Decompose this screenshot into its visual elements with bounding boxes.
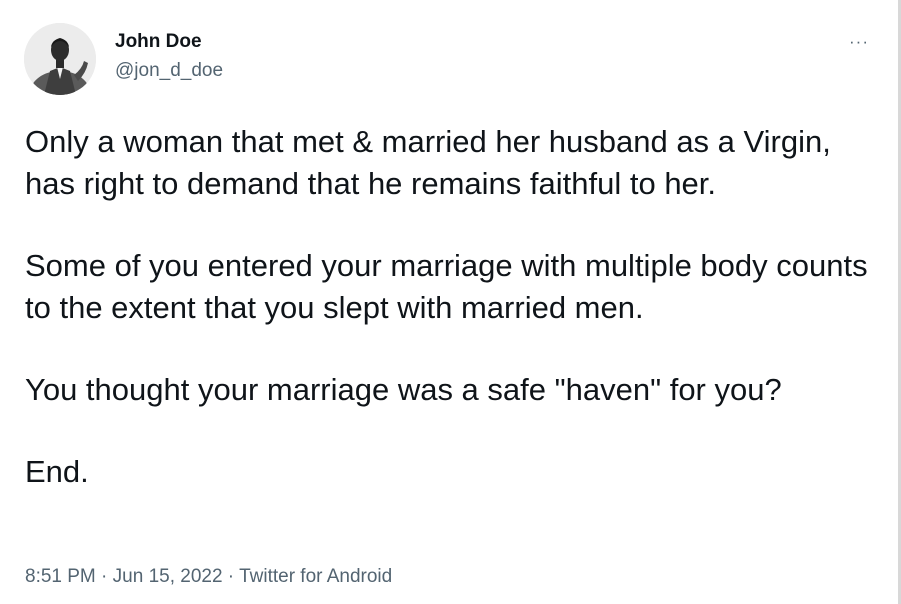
author-handle[interactable]: @jon_d_doe xyxy=(115,60,223,82)
tweet-paragraph: You thought your marriage was a safe "ha… xyxy=(25,372,782,407)
tweet-time[interactable]: 8:51 PM xyxy=(25,566,96,587)
more-options-icon[interactable]: ··· xyxy=(843,32,875,52)
tweet-source[interactable]: Twitter for Android xyxy=(239,566,392,587)
meta-separator: · xyxy=(222,566,240,587)
tweet-text: Only a woman that met & married her husb… xyxy=(25,121,875,493)
tweet-date[interactable]: Jun 15, 2022 xyxy=(113,566,223,587)
tweet-metadata: 8:51 PM · Jun 15, 2022 · Twitter for And… xyxy=(25,566,392,588)
avatar-photo-icon xyxy=(24,23,96,95)
tweet-paragraph: Only a woman that met & married her husb… xyxy=(25,124,831,201)
author-display-name[interactable]: John Doe xyxy=(115,31,202,53)
meta-separator: · xyxy=(95,566,113,587)
tweet-paragraph: End. xyxy=(25,454,89,489)
tweet-paragraph: Some of you entered your marriage with m… xyxy=(25,248,868,325)
avatar[interactable] xyxy=(24,23,96,95)
